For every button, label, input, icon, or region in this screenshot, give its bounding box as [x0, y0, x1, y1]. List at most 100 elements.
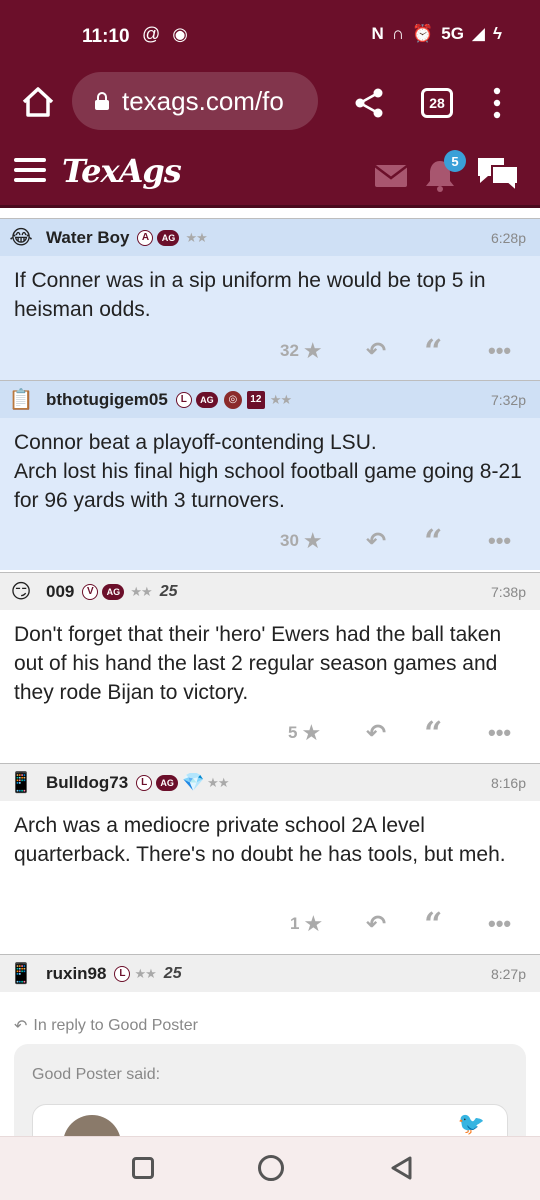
reply-icon[interactable]: ↶	[366, 718, 386, 748]
home-button[interactable]	[258, 1155, 284, 1181]
post-actions: 32 ★ ↶ “ •••	[240, 332, 540, 370]
star-rating: ★★	[134, 965, 156, 981]
reply-icon[interactable]: ↶	[366, 336, 386, 366]
badge-ag: AG	[157, 229, 180, 246]
badge-letter: L	[136, 774, 153, 791]
post-actions: 5 ★ ↶ “ •••	[240, 714, 540, 752]
network-label: 5G	[441, 24, 464, 43]
post-username[interactable]: Water Boy	[46, 228, 129, 248]
like-button[interactable]: 1 ★	[290, 909, 323, 939]
reply-icon[interactable]: ↶	[366, 909, 386, 939]
reply-icon[interactable]: ↶	[366, 526, 386, 556]
post-username[interactable]: 009	[46, 582, 74, 602]
notepad-icon: 📋	[8, 389, 34, 411]
laughing-face-icon: 😂	[9, 227, 33, 249]
quote-icon[interactable]: “	[424, 522, 442, 560]
thread-feed: 😂 Water Boy A AG ★★ 6:28p If Conner was …	[0, 218, 540, 1136]
embedded-tweet[interactable]: 🐦	[32, 1104, 508, 1136]
alarm-icon: ⏰	[412, 24, 434, 43]
site-logo[interactable]: TexAgs	[62, 152, 182, 190]
badge-letter: L	[114, 965, 131, 982]
badge-letter: A	[137, 229, 154, 246]
site-header: TexAgs 5	[0, 132, 540, 208]
diamond-icon: 💎	[181, 772, 205, 792]
overflow-menu-icon[interactable]	[490, 86, 504, 120]
badge-12: 12	[246, 390, 265, 409]
battery-charging-icon: ϟ	[493, 24, 502, 43]
status-time: 11:10	[82, 26, 130, 47]
post-header: 📋 bthotugigem05 L AG ◎ 12 ★★ 7:32p	[0, 380, 540, 418]
quote-label: Good Poster said:	[32, 1066, 161, 1083]
quote-icon[interactable]: “	[424, 714, 442, 752]
post-username[interactable]: Bulldog73	[46, 773, 128, 793]
post-actions: 30 ★ ↶ “ •••	[240, 522, 540, 560]
chrome-icon: ◉	[172, 24, 188, 44]
team-logo-icon: ◎	[223, 390, 242, 409]
post-header: 😂 Water Boy A AG ★★ 6:28p	[0, 218, 540, 256]
badge-ag: AG	[102, 583, 125, 600]
post-body: If Conner was in a sip uniform he would …	[14, 269, 486, 321]
quote-icon[interactable]: “	[424, 332, 442, 370]
like-button[interactable]: 5 ★	[288, 718, 321, 748]
mail-icon[interactable]	[374, 164, 408, 188]
star-icon: ★	[303, 911, 324, 936]
chat-icon[interactable]	[474, 154, 522, 192]
signal-icon: ◢	[471, 24, 485, 43]
more-options-icon[interactable]: •••	[488, 909, 511, 939]
post-time: 8:16p	[490, 774, 526, 791]
post: 📋 bthotugigem05 L AG ◎ 12 ★★ 7:32p Conno…	[0, 380, 540, 570]
like-button[interactable]: 30 ★	[280, 526, 323, 556]
more-options-icon[interactable]: •••	[488, 718, 511, 748]
reply-icon: ↶	[14, 1018, 28, 1035]
post-header: 📱 ruxin98 L ★★ 25 8:27p	[0, 954, 540, 992]
phone-icon: 📱	[8, 963, 34, 985]
android-nav-bar	[0, 1136, 540, 1200]
tab-switcher-button[interactable]: 28	[421, 88, 453, 118]
badge-letter: L	[175, 391, 192, 408]
twitter-bird-icon: 🐦	[457, 1111, 485, 1136]
post-time: 7:32p	[490, 391, 526, 408]
smirk-face-icon: 😏	[10, 581, 32, 603]
like-button[interactable]: 32 ★	[280, 336, 323, 366]
badge-25: 25	[163, 964, 182, 982]
badge-ag: AG	[195, 391, 218, 408]
url-field[interactable]: texags.com/fo	[72, 72, 318, 130]
home-icon[interactable]	[18, 82, 58, 122]
reply-to-link[interactable]: ↶ In reply to Good Poster	[14, 1016, 198, 1036]
browser-toolbar: texags.com/fo 28	[0, 72, 540, 132]
post-body: Connor beat a playoff-contending LSU. Ar…	[14, 431, 522, 512]
hamburger-menu-icon[interactable]	[14, 158, 46, 184]
more-options-icon[interactable]: •••	[488, 526, 511, 556]
post-header: 📱 Bulldog73 L AG 💎 ★★ 8:16p	[0, 763, 540, 801]
recents-button[interactable]	[132, 1157, 154, 1179]
post-header: 😏 009 V AG ★★ 25 7:38p	[0, 572, 540, 610]
post-actions: 1 ★ ↶ “ •••	[240, 905, 540, 943]
headphones-icon: ∩	[391, 24, 405, 43]
quote-icon[interactable]: “	[424, 905, 442, 943]
badge-ag: AG	[156, 774, 179, 791]
star-rating: ★★	[130, 583, 152, 599]
quoted-post: Good Poster said: 🐦	[14, 1044, 526, 1136]
more-options-icon[interactable]: •••	[488, 336, 511, 366]
post-username[interactable]: bthotugigem05	[46, 390, 168, 410]
post-username[interactable]: ruxin98	[46, 964, 106, 984]
nfc-icon: N	[371, 24, 384, 43]
post-body: Arch was a mediocre private school 2A le…	[14, 814, 506, 866]
star-icon: ★	[302, 528, 323, 553]
post-body: Don't forget that their 'hero' Ewers had…	[14, 623, 502, 704]
star-rating: ★★	[185, 229, 207, 245]
badge-letter: V	[82, 583, 99, 600]
star-rating: ★★	[269, 391, 292, 407]
post: 📱 Bulldog73 L AG 💎 ★★ 8:16p Arch was a m…	[0, 763, 540, 953]
post: 😂 Water Boy A AG ★★ 6:28p If Conner was …	[0, 218, 540, 380]
tab-count: 28	[429, 95, 445, 111]
status-bar: 11:10 @ ◉ N ∩ ⏰ 5G ◢ ϟ	[0, 0, 540, 72]
share-icon[interactable]	[352, 86, 386, 120]
phone-icon: 📱	[8, 772, 34, 794]
post-time: 6:28p	[490, 229, 526, 246]
post-time: 7:38p	[490, 583, 526, 600]
url-text: texags.com/fo	[122, 85, 284, 116]
badge-25: 25	[159, 582, 178, 600]
tweet-avatar	[63, 1115, 121, 1136]
back-button[interactable]	[388, 1155, 414, 1181]
